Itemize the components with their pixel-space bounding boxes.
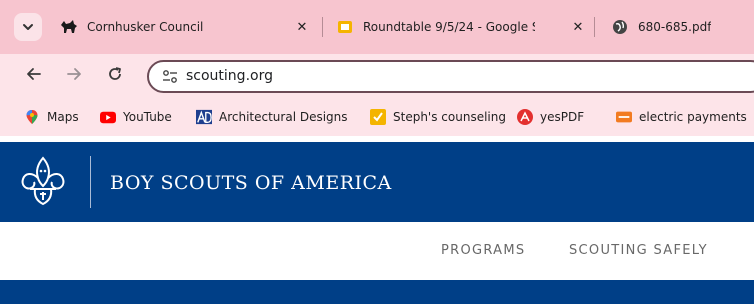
bookmark-label: Maps <box>47 110 79 124</box>
bookmark-architectural-designs[interactable]: Architectural Designs <box>196 98 348 136</box>
nav-link-programs[interactable]: PROGRAMS <box>441 243 525 258</box>
architectural-designs-icon <box>196 109 212 125</box>
tab-strip: Cornhusker Council ✕ Roundtable 9/5/24 -… <box>0 0 754 54</box>
fleur-de-lis-logo-icon[interactable] <box>20 156 66 208</box>
maps-pin-icon <box>24 109 40 125</box>
globe-icon <box>611 18 629 36</box>
bookmark-stephs-counseling[interactable]: Steph's counseling <box>370 98 506 136</box>
bookmark-youtube[interactable]: YouTube <box>100 98 172 136</box>
tab-divider <box>322 17 323 37</box>
bookmark-label: yesPDF <box>540 110 585 124</box>
close-icon[interactable]: ✕ <box>570 19 586 35</box>
forward-arrow-icon <box>66 66 82 86</box>
address-bar[interactable]: scouting.org <box>147 60 754 93</box>
nav-link-scouting-safely[interactable]: SCOUTING SAFELY <box>569 243 708 258</box>
pdf-icon <box>517 109 533 125</box>
tab-search-button[interactable] <box>14 13 42 41</box>
bookmark-label: Steph's counseling <box>393 110 506 124</box>
main-nav: PROGRAMS SCOUTING SAFELY <box>0 222 754 280</box>
google-slides-icon <box>336 18 354 36</box>
tab-divider <box>594 17 595 37</box>
site-title[interactable]: BOY SCOUTS OF AMERICA <box>110 172 392 194</box>
tab-pdf[interactable]: 680-685.pdf <box>611 0 754 54</box>
reload-icon <box>107 66 123 86</box>
bookmark-maps[interactable]: Maps <box>24 98 79 136</box>
counseling-icon <box>370 109 386 125</box>
site-header: BOY SCOUTS OF AMERICA <box>0 142 754 222</box>
forward-button[interactable] <box>62 64 86 88</box>
electric-icon <box>616 109 632 125</box>
bookmark-electric-payments[interactable]: electric payments <box>616 98 747 136</box>
url-text: scouting.org <box>186 68 273 84</box>
header-divider <box>90 156 91 208</box>
bookmark-yespdf[interactable]: yesPDF <box>517 98 584 136</box>
site-info-icon[interactable] <box>159 67 181 87</box>
bookmark-label: electric payments <box>639 110 747 124</box>
tab-title: Cornhusker Council <box>87 20 204 34</box>
tab-cornhusker-council[interactable]: Cornhusker Council ✕ <box>60 0 324 54</box>
back-button[interactable] <box>22 64 46 88</box>
tab-title: 680-685.pdf <box>638 20 712 34</box>
hero-banner <box>0 280 754 304</box>
tab-title: Roundtable 9/5/24 - Google Sli <box>363 20 535 34</box>
chevron-down-icon <box>22 18 34 37</box>
bookmark-label: Architectural Designs <box>219 110 348 124</box>
close-icon[interactable]: ✕ <box>294 19 310 35</box>
browser-toolbar: scouting.org <box>0 54 754 98</box>
bookmark-label: YouTube <box>123 110 172 124</box>
tab-roundtable-slides[interactable]: Roundtable 9/5/24 - Google Sli ✕ <box>336 0 588 54</box>
youtube-icon <box>100 109 116 125</box>
bookmarks-bar: Maps YouTube Architectural Designs Steph… <box>0 98 754 136</box>
reload-button[interactable] <box>103 64 127 88</box>
dog-favicon-icon <box>60 18 78 36</box>
back-arrow-icon <box>26 66 42 86</box>
